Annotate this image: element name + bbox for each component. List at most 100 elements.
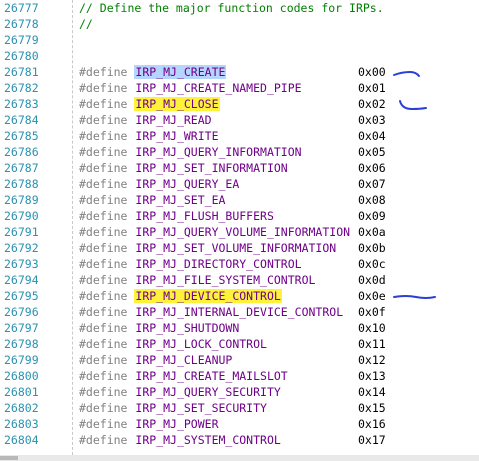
macro-name[interactable]: IRP_MJ_SET_VOLUME_INFORMATION [134,241,337,255]
macro-name[interactable]: IRP_MJ_LOCK_CONTROL [134,337,268,351]
macro-name[interactable]: IRP_MJ_FLUSH_BUFFERS [134,209,274,223]
define-keyword: #define [79,401,128,415]
horizontal-scrollbar[interactable] [0,455,479,461]
macro-value: 0x05 [358,145,386,159]
macro-name[interactable]: IRP_MJ_QUERY_SECURITY [134,385,281,399]
macro-name[interactable]: IRP_MJ_CLEANUP [134,353,233,367]
line-number: 26790 [4,209,39,223]
line-number: 26788 [4,177,39,191]
macro-value: 0x10 [358,321,386,335]
macro-value: 0x07 [358,177,386,191]
macro-name[interactable]: IRP_MJ_FILE_SYSTEM_CONTROL [134,273,316,287]
macro-name[interactable]: IRP_MJ_CREATE_NAMED_PIPE [134,81,302,95]
line-number: 26795 [4,289,39,303]
macro-value: 0x0a [358,225,386,239]
macro-value: 0x16 [358,417,386,431]
macro-value: 0x04 [358,129,386,143]
code-editor[interactable]: 26777 26778 26779 26780 26781 26782 26783 26784… [0,0,479,455]
macro-name[interactable]: IRP_MJ_DIRECTORY_CONTROL [134,257,302,271]
define-line[interactable]: #define IRP_MJ_FILE_SYSTEM_CONTROL 0x0d [79,272,474,288]
define-line[interactable]: #define IRP_MJ_CLEANUP 0x12 [79,352,474,368]
macro-name[interactable]: IRP_MJ_CLOSE [134,97,220,111]
line-number: 26779 [4,33,39,47]
macro-value: 0x0b [358,241,386,255]
line-number: 26785 [4,129,39,143]
define-keyword: #define [79,241,128,255]
define-line[interactable]: #define IRP_MJ_SET_VOLUME_INFORMATION 0x0… [79,240,474,256]
line-number: 26792 [4,241,39,255]
comment-line[interactable]: // [79,16,93,32]
define-keyword: #define [79,113,128,127]
line-number: 26804 [4,433,39,447]
define-line[interactable]: #define IRP_MJ_SET_SECURITY 0x15 [79,400,474,416]
line-number: 26778 [4,17,39,31]
macro-name[interactable]: IRP_MJ_SHUTDOWN [134,321,240,335]
define-line[interactable]: #define IRP_MJ_QUERY_SECURITY 0x14 [79,384,474,400]
macro-value: 0x17 [358,433,386,447]
macro-value: 0x0d [358,273,386,287]
line-number: 26783 [4,97,39,111]
define-keyword: #define [79,273,128,287]
define-line[interactable]: #define IRP_MJ_SET_INFORMATION 0x06 [79,160,474,176]
macro-name[interactable]: IRP_MJ_CREATE_MAILSLOT [134,369,288,383]
macro-name[interactable]: IRP_MJ_SET_INFORMATION [134,161,288,175]
define-keyword: #define [79,209,128,223]
define-keyword: #define [79,369,128,383]
comment-line[interactable]: // Define the major function codes for I… [79,0,384,16]
macro-name[interactable]: IRP_MJ_QUERY_EA [134,177,240,191]
define-line[interactable]: #define IRP_MJ_READ 0x03 [79,112,474,128]
line-number: 26782 [4,81,39,95]
line-number: 26786 [4,145,39,159]
macro-value: 0x00 [358,65,386,79]
macro-value: 0x03 [358,113,386,127]
macro-name[interactable]: IRP_MJ_DEVICE_CONTROL [134,289,282,303]
macro-name[interactable]: IRP_MJ_SET_SECURITY [134,401,268,415]
line-number: 26800 [4,369,39,383]
macro-name[interactable]: IRP_MJ_QUERY_VOLUME_INFORMATION [134,225,351,239]
macro-value: 0x01 [358,81,386,95]
line-number: 26780 [4,49,39,63]
line-number: 26793 [4,257,39,271]
define-line[interactable]: #define IRP_MJ_QUERY_INFORMATION 0x05 [79,144,474,160]
line-number: 26787 [4,161,39,175]
line-number: 26777 [4,1,39,15]
define-keyword: #define [79,353,128,367]
macro-name[interactable]: IRP_MJ_POWER [134,417,219,431]
define-line[interactable]: #define IRP_MJ_QUERY_VOLUME_INFORMATION 0… [79,224,474,240]
macro-value: 0x09 [358,209,386,223]
define-keyword: #define [79,417,128,431]
handwritten-underline-mark [399,100,427,111]
define-line[interactable]: #define IRP_MJ_WRITE 0x04 [79,128,474,144]
define-line[interactable]: #define IRP_MJ_CREATE_MAILSLOT 0x13 [79,368,474,384]
macro-value: 0x0f [358,305,386,319]
line-number: 26801 [4,385,39,399]
define-line[interactable]: #define IRP_MJ_SET_EA 0x08 [79,192,474,208]
define-line[interactable]: #define IRP_MJ_FLUSH_BUFFERS 0x09 [79,208,474,224]
line-number: 26798 [4,337,39,351]
define-line[interactable]: #define IRP_MJ_POWER 0x16 [79,416,474,432]
define-keyword: #define [79,257,128,271]
scrollbar-thumb[interactable] [0,456,18,460]
macro-value: 0x12 [358,353,386,367]
define-keyword: #define [79,225,128,239]
line-number: 26802 [4,401,39,415]
define-keyword: #define [79,161,128,175]
define-line[interactable]: #define IRP_MJ_LOCK_CONTROL 0x11 [79,336,474,352]
macro-name[interactable]: IRP_MJ_WRITE [134,129,219,143]
define-line[interactable]: #define IRP_MJ_SHUTDOWN 0x10 [79,320,474,336]
define-line[interactable]: #define IRP_MJ_SYSTEM_CONTROL 0x17 [79,432,474,448]
macro-value: 0x11 [358,337,386,351]
macro-name[interactable]: IRP_MJ_SYSTEM_CONTROL [134,433,281,447]
define-keyword: #define [79,97,128,111]
macro-name[interactable]: IRP_MJ_QUERY_INFORMATION [134,145,302,159]
macro-name[interactable]: IRP_MJ_SET_EA [134,193,226,207]
define-line[interactable]: #define IRP_MJ_QUERY_EA 0x07 [79,176,474,192]
define-line[interactable]: #define IRP_MJ_DIRECTORY_CONTROL 0x0c [79,256,474,272]
macro-name[interactable]: IRP_MJ_READ [134,113,212,127]
define-line[interactable]: #define IRP_MJ_CREATE_NAMED_PIPE 0x01 [79,80,474,96]
line-number: 26799 [4,353,39,367]
macro-value: 0x02 [358,97,386,111]
define-line[interactable]: #define IRP_MJ_INTERNAL_DEVICE_CONTROL 0x… [79,304,474,320]
macro-name[interactable]: IRP_MJ_INTERNAL_DEVICE_CONTROL [134,305,344,319]
macro-name[interactable]: IRP_MJ_CREATE [134,65,227,79]
